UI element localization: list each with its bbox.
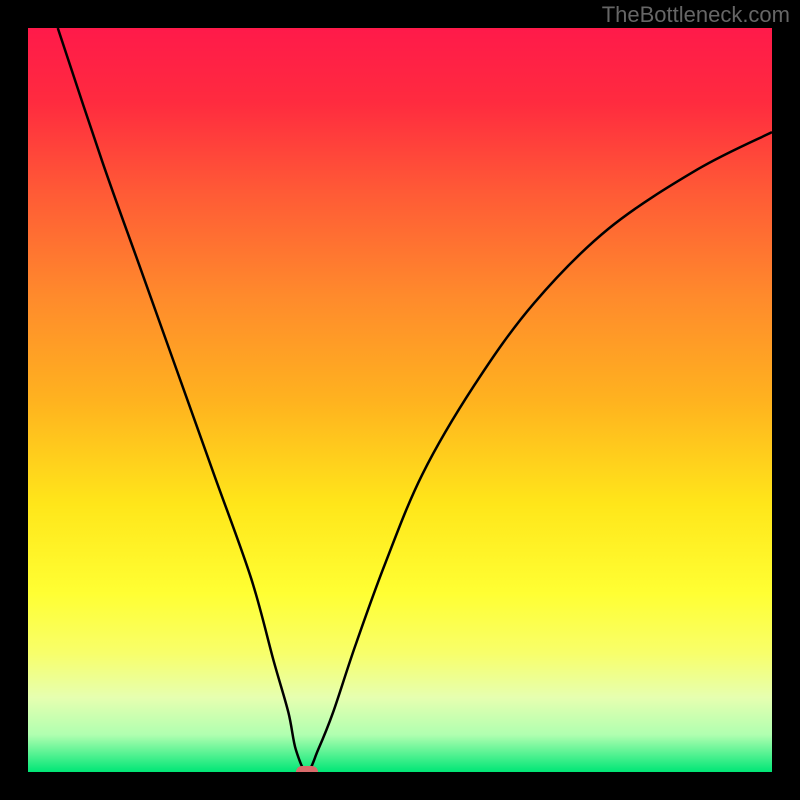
optimal-point-marker <box>296 766 318 772</box>
chart-svg <box>28 28 772 772</box>
watermark-text: TheBottleneck.com <box>602 2 790 28</box>
plot-background <box>28 28 772 772</box>
plot-container <box>28 28 772 772</box>
plot-area <box>28 28 772 772</box>
